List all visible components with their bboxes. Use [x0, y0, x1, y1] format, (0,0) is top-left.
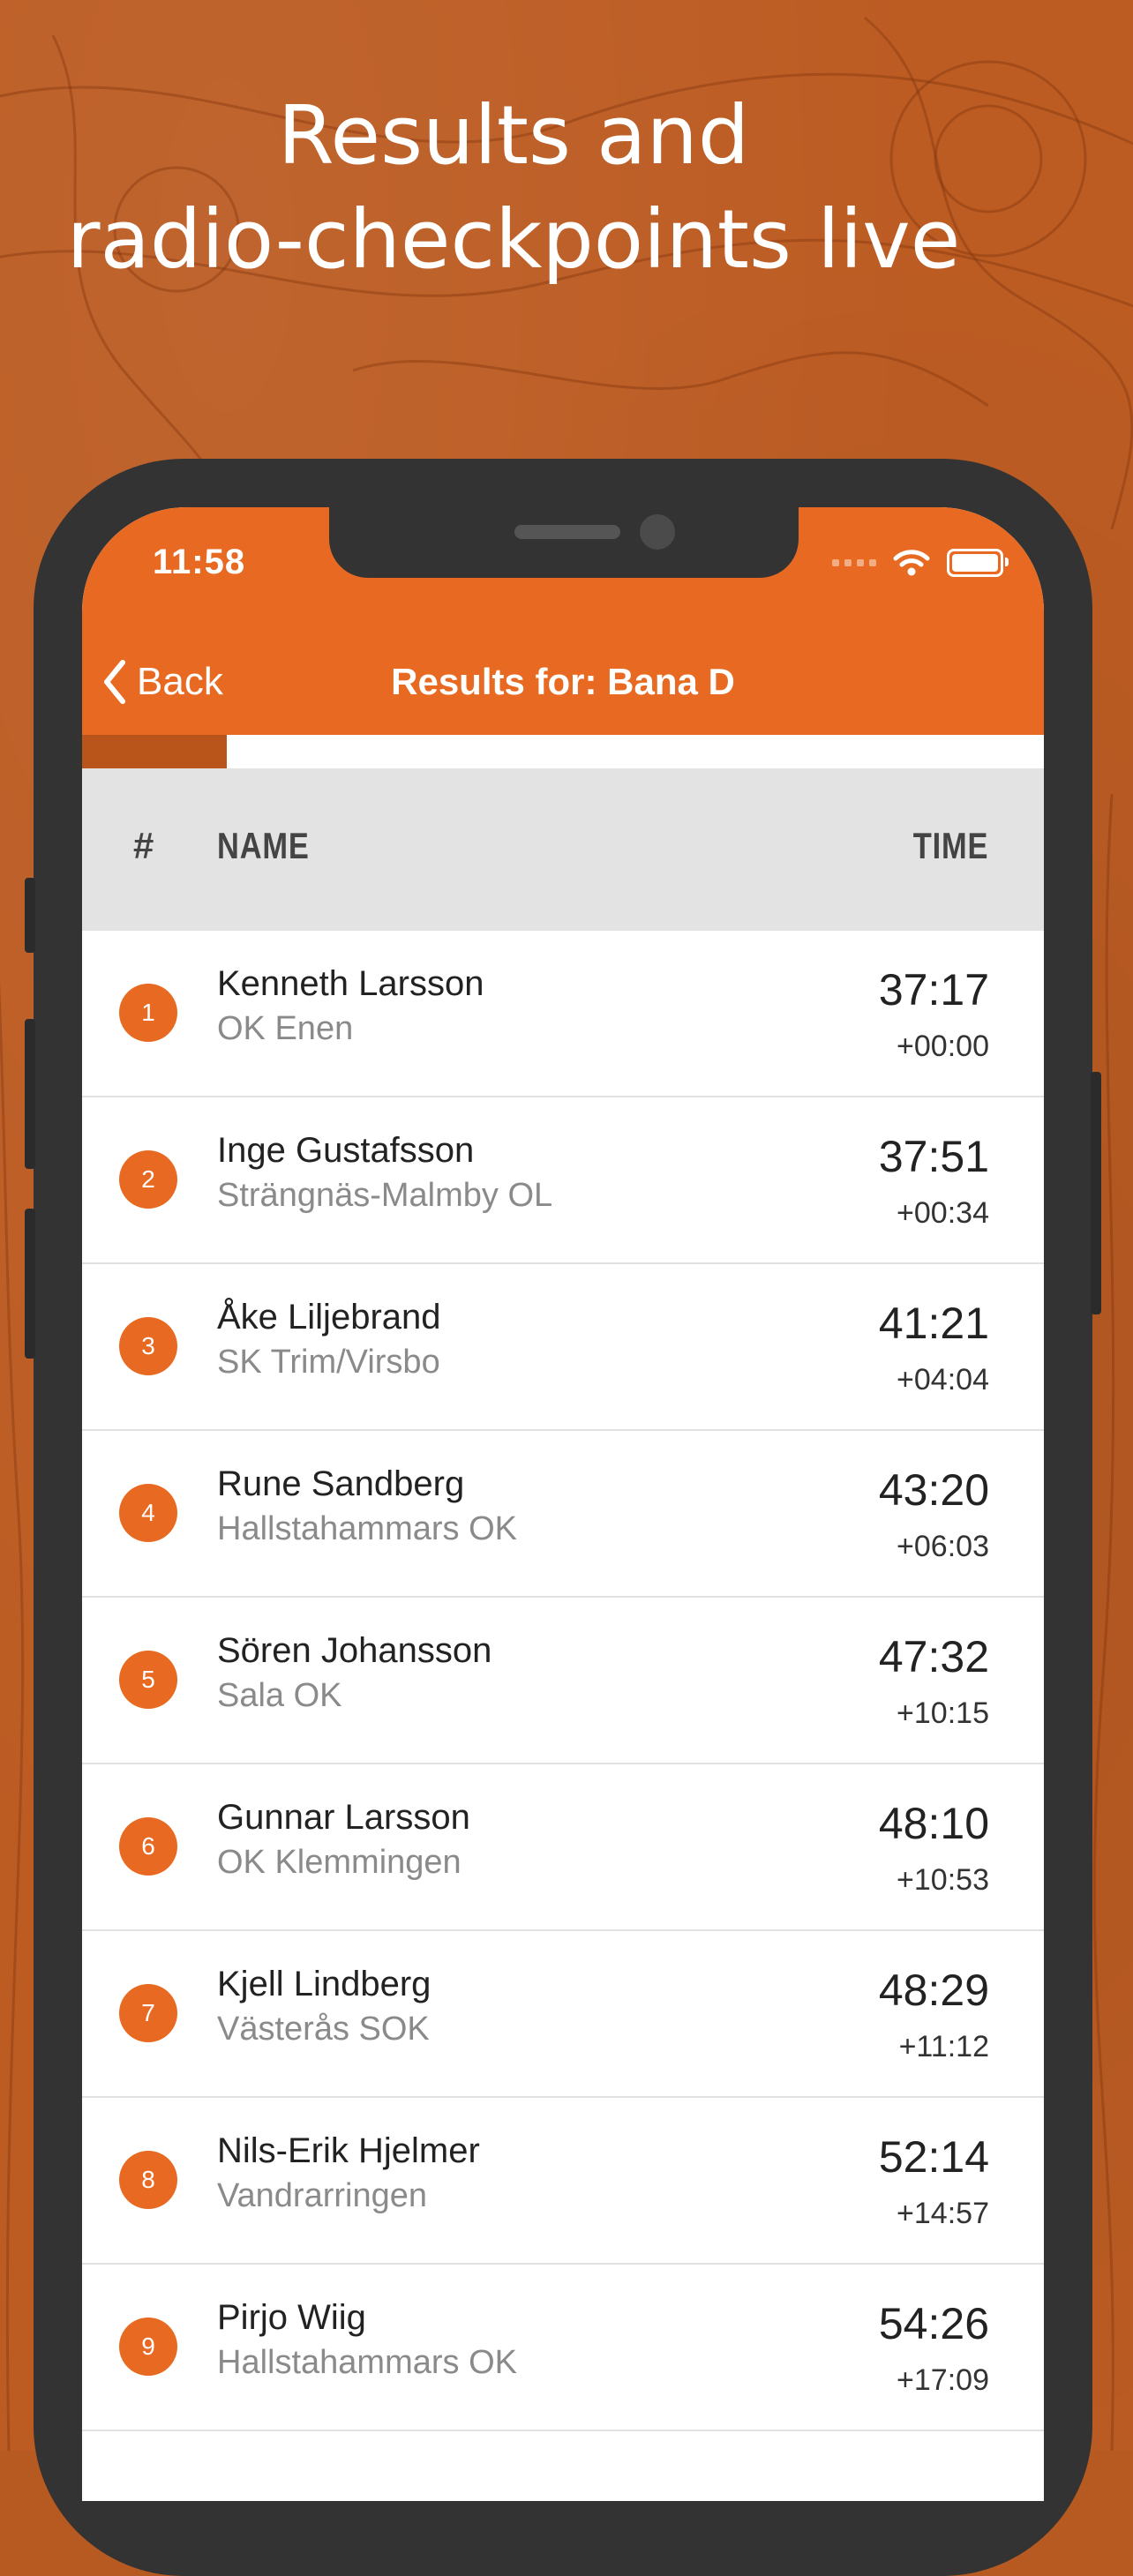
rank-badge: 9 [119, 2318, 177, 2376]
side-button-mute [25, 878, 35, 953]
headline-line-1: Results and [277, 88, 750, 183]
runner-club: Hallstahammars OK [217, 1510, 517, 1547]
wifi-icon [893, 550, 930, 576]
results-list: 1 Kenneth Larsson OK Enen 37:17 +00:00 2 Inge … [82, 931, 1044, 2431]
phone-screen: 11:58 Back Results for: Bana D # NAME TI… [82, 507, 1044, 2501]
speaker-grille [514, 525, 620, 539]
runner-name: Kjell Lindberg [217, 1965, 431, 2003]
phone-notch [329, 507, 799, 578]
runner-time: 47:32 [878, 1632, 989, 1681]
runner-name: Kenneth Larsson [217, 964, 484, 1003]
runner-time: 52:14 [878, 2132, 989, 2182]
results-table-header: # NAME TIME [82, 768, 1044, 932]
runner-club: SK Trim/Virsbo [217, 1344, 440, 1381]
runner-time: 48:10 [878, 1799, 989, 1848]
runner-time: 54:26 [878, 2299, 989, 2348]
headline-line-2: radio-checkpoints live [66, 192, 961, 287]
rank-badge: 1 [119, 984, 177, 1042]
result-row[interactable]: 2 Inge Gustafsson Strängnäs-Malmby OL 37:51… [82, 1097, 1044, 1264]
result-row[interactable]: 8 Nils-Erik Hjelmer Vandrarringen 52:14 +14:… [82, 2098, 1044, 2265]
runner-time-behind: +00:00 [897, 1030, 989, 1063]
column-header-rank: # [133, 825, 155, 866]
status-icons [832, 548, 1009, 578]
status-time: 11:58 [153, 543, 246, 581]
runner-club: Hallstahammars OK [217, 2344, 517, 2381]
runner-time-behind: +00:34 [897, 1196, 989, 1230]
promo-headline: Results and radio-checkpoints live [0, 84, 1027, 292]
runner-name: Sören Johansson [217, 1631, 492, 1670]
runner-club: Strängnäs-Malmby OL [217, 1177, 553, 1214]
result-row[interactable]: 3 Åke Liljebrand SK Trim/Virsbo 41:21 +04:04 [82, 1264, 1044, 1431]
runner-club: Västerås SOK [217, 2011, 430, 2048]
result-row[interactable]: 6 Gunnar Larsson OK Klemmingen 48:10 +10:53 [82, 1764, 1044, 1931]
runner-name: Rune Sandberg [217, 1464, 465, 1503]
rank-badge: 8 [119, 2151, 177, 2209]
result-row[interactable]: 4 Rune Sandberg Hallstahammars OK 43:20 +06:… [82, 1431, 1044, 1598]
front-camera [640, 514, 675, 550]
runner-time-behind: +04:04 [897, 1363, 989, 1397]
result-row[interactable]: 7 Kjell Lindberg Västerås SOK 48:29 +11:12 [82, 1931, 1044, 2098]
rank-badge: 5 [119, 1651, 177, 1709]
rank-badge: 3 [119, 1317, 177, 1375]
column-header-name: NAME [217, 825, 310, 866]
runner-time-behind: +06:03 [897, 1530, 989, 1563]
progress-fill [82, 735, 227, 768]
side-button-volume-up [25, 1019, 35, 1169]
result-row[interactable]: 5 Sören Johansson Sala OK 47:32 +10:15 [82, 1598, 1044, 1764]
runner-club: Vandrarringen [217, 2177, 428, 2214]
runner-time-behind: +10:15 [897, 1696, 989, 1730]
runner-time-behind: +11:12 [898, 2030, 989, 2063]
page-title: Results for: Bana D [391, 661, 735, 702]
runner-time: 48:29 [878, 1966, 989, 2015]
result-row[interactable]: 1 Kenneth Larsson OK Enen 37:17 +00:00 [82, 931, 1044, 1097]
runner-time: 37:51 [878, 1132, 989, 1181]
runner-name: Pirjo Wiig [217, 2298, 366, 2337]
side-button-power [1091, 1072, 1101, 1314]
runner-time: 43:20 [878, 1465, 989, 1515]
rank-badge: 4 [119, 1484, 177, 1542]
rank-badge: 2 [119, 1150, 177, 1209]
runner-name: Åke Liljebrand [217, 1298, 441, 1337]
runner-time: 41:21 [878, 1299, 989, 1348]
column-header-time: TIME [912, 825, 988, 866]
runner-club: OK Klemmingen [217, 1844, 461, 1881]
runner-club: OK Enen [217, 1010, 354, 1047]
runner-name: Gunnar Larsson [217, 1798, 470, 1837]
runner-club: Sala OK [217, 1677, 342, 1714]
rank-badge: 6 [119, 1817, 177, 1876]
runner-name: Nils-Erik Hjelmer [217, 2131, 480, 2170]
result-row[interactable]: 9 Pirjo Wiig Hallstahammars OK 54:26 +17:09 [82, 2265, 1044, 2431]
runner-time-behind: +17:09 [897, 2363, 989, 2397]
battery-icon [947, 549, 1009, 577]
signal-icon [832, 559, 876, 566]
runner-name: Inge Gustafsson [217, 1131, 475, 1170]
runner-time-behind: +14:57 [897, 2197, 989, 2230]
runner-time-behind: +10:53 [897, 1863, 989, 1897]
rank-badge: 7 [119, 1984, 177, 2042]
runner-time: 37:17 [878, 965, 989, 1015]
progress-bar [82, 735, 1044, 768]
side-button-volume-down [25, 1209, 35, 1359]
